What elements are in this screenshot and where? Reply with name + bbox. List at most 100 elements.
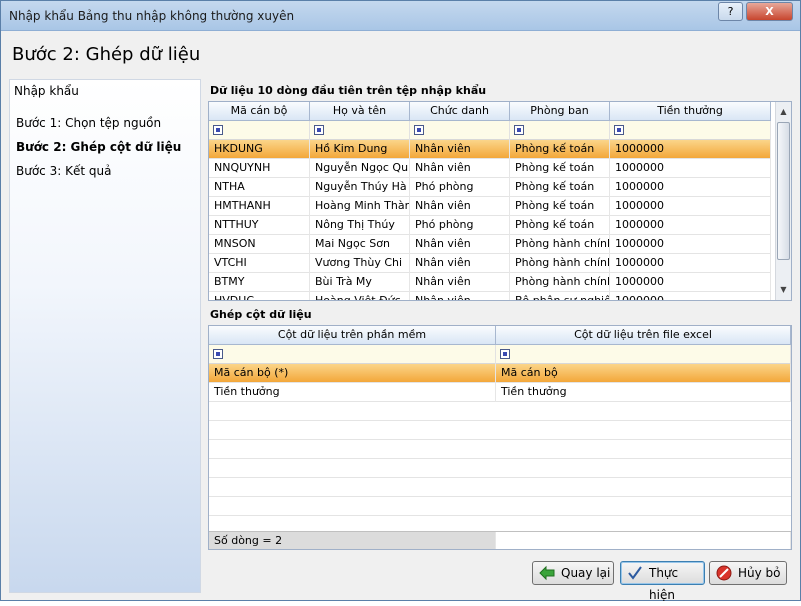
cell-ma-can-bo: NTTHUY [209,216,310,235]
scroll-up-arrow-icon[interactable]: ▲ [776,104,791,120]
mapping-filter-row [209,345,791,364]
back-arrow-icon [539,565,555,581]
filter-cell[interactable] [496,345,791,364]
wizard-sidebar: Nhập khẩu Bước 1: Chọn tệp nguồn Bước 2:… [9,79,201,593]
empty-row [209,402,791,421]
filter-cell[interactable] [610,121,771,140]
cell-tien-thuong: 1000000 [610,197,771,216]
table-row[interactable]: HMTHANH Hoàng Minh Thàn Nhân viên Phòng … [209,197,771,216]
cell-phong-ban: Phòng kế toán [510,216,610,235]
filter-icon[interactable] [213,125,223,135]
filter-icon[interactable] [414,125,424,135]
cell-ho-va-ten: Nguyễn Thúy Hà [310,178,410,197]
row-count: Số dòng = 2 [209,532,496,549]
back-button[interactable]: Quay lại [532,561,614,585]
cell-tien-thuong: 1000000 [610,292,771,300]
step-header: Bước 2: Ghép dữ liệu [1,31,800,77]
mapping-label: Ghép cột dữ liệu [210,308,312,321]
empty-row [209,478,791,497]
cell-chuc-danh: Nhân viên [410,235,510,254]
cancel-button[interactable]: Hủy bỏ [709,561,787,585]
cell-phong-ban: Phòng hành chính [510,235,610,254]
empty-row [209,440,791,459]
cell-ho-va-ten: Bùi Trà My [310,273,410,292]
filter-cell[interactable] [410,121,510,140]
cell-ho-va-ten: Hoàng Việt Đức [310,292,410,300]
cell-phong-ban: Phòng kế toán [510,140,610,159]
cell-chuc-danh: Nhân viên [410,254,510,273]
cell-ho-va-ten: Hồ Kim Dung [310,140,410,159]
content-area: Dữ liệu 10 dòng đầu tiên trên tệp nhập k… [204,79,795,602]
preview-grid: Mã cán bộ Họ và tên Chức danh Phòng ban … [208,101,792,301]
scroll-thumb[interactable] [777,122,790,260]
help-button[interactable]: ? [718,2,743,21]
table-row[interactable]: BTMY Bùi Trà My Nhân viên Phòng hành chí… [209,273,771,292]
cell-chuc-danh: Nhân viên [410,159,510,178]
mapping-footer: Số dòng = 2 [209,531,791,549]
cell-phong-ban: Phòng hành chính [510,254,610,273]
cell-tien-thuong: 1000000 [610,159,771,178]
cell-excel-column[interactable]: Tiền thưởng [496,383,791,402]
cell-phong-ban: Phòng kế toán [510,197,610,216]
cell-ma-can-bo: MNSON [209,235,310,254]
filter-icon[interactable] [314,125,324,135]
cell-phong-ban: Bộ phận sự nghiệ [510,292,610,300]
cell-phong-ban: Phòng hành chính [510,273,610,292]
cell-chuc-danh: Phó phòng [410,178,510,197]
filter-cell[interactable] [310,121,410,140]
table-row[interactable]: HKDUNG Hồ Kim Dung Nhân viên Phòng kế to… [209,140,771,159]
preview-header-tien-thuong[interactable]: Tiền thưởng [610,102,771,121]
preview-header-chuc-danh[interactable]: Chức danh [410,102,510,121]
table-row[interactable]: VTCHI Vương Thùy Chi Nhân viên Phòng hàn… [209,254,771,273]
preview-header-ma-can-bo[interactable]: Mã cán bộ [209,102,310,121]
sidebar-item-step-1[interactable]: Bước 1: Chọn tệp nguồn [16,116,161,130]
cell-phong-ban: Phòng kế toán [510,178,610,197]
cell-chuc-danh: Nhân viên [410,292,510,300]
cell-tien-thuong: 1000000 [610,254,771,273]
table-row[interactable]: HVDUC Hoàng Việt Đức Nhân viên Bộ phận s… [209,292,771,300]
filter-cell[interactable] [209,121,310,140]
table-row[interactable]: MNSON Mai Ngọc Sơn Nhân viên Phòng hành … [209,235,771,254]
sidebar-item-step-3[interactable]: Bước 3: Kết quả [16,164,111,178]
mapping-header-excel-column[interactable]: Cột dữ liệu trên file excel [496,326,791,345]
mapping-header-software-column[interactable]: Cột dữ liệu trên phần mềm [209,326,496,345]
execute-button[interactable]: Thực hiện [620,561,705,602]
cell-chuc-danh: Nhân viên [410,140,510,159]
back-button-label: Quay lại [561,566,611,580]
preview-scrollbar[interactable]: ▲ ▼ [775,102,791,300]
cell-tien-thuong: 1000000 [610,235,771,254]
filter-cell[interactable] [209,345,496,364]
step-title: Bước 2: Ghép dữ liệu [12,44,201,65]
cell-ma-can-bo: BTMY [209,273,310,292]
empty-row [209,497,791,516]
cell-ho-va-ten: Hoàng Minh Thàn [310,197,410,216]
close-button[interactable]: X [746,2,793,21]
cell-ho-va-ten: Mai Ngọc Sơn [310,235,410,254]
cell-excel-column[interactable]: Mã cán bộ [496,364,791,383]
empty-row [209,421,791,440]
filter-icon[interactable] [514,125,524,135]
table-row[interactable]: NNQUYNH Nguyễn Ngọc Qu Nhân viên Phòng k… [209,159,771,178]
table-row[interactable]: NTHA Nguyễn Thúy Hà Phó phòng Phòng kế t… [209,178,771,197]
scroll-down-arrow-icon[interactable]: ▼ [776,282,791,298]
sidebar-title: Nhập khẩu [14,84,79,98]
cell-chuc-danh: Nhân viên [410,273,510,292]
cell-ho-va-ten: Nguyễn Ngọc Qu [310,159,410,178]
cell-ma-can-bo: NNQUYNH [209,159,310,178]
cancel-button-label: Hủy bỏ [738,566,781,580]
cell-ho-va-ten: Vương Thùy Chi [310,254,410,273]
cell-ho-va-ten: Nông Thị Thúy [310,216,410,235]
filter-icon[interactable] [213,349,223,359]
empty-row [209,459,791,478]
cell-ma-can-bo: VTCHI [209,254,310,273]
filter-cell[interactable] [510,121,610,140]
sidebar-item-step-2[interactable]: Bước 2: Ghép cột dữ liệu [16,140,181,154]
filter-icon[interactable] [614,125,624,135]
table-row[interactable]: Mã cán bộ (*) Mã cán bộ [209,364,791,383]
cell-tien-thuong: 1000000 [610,273,771,292]
preview-header-phong-ban[interactable]: Phòng ban [510,102,610,121]
filter-icon[interactable] [500,349,510,359]
preview-header-ho-va-ten[interactable]: Họ và tên [310,102,410,121]
table-row[interactable]: NTTHUY Nông Thị Thúy Phó phòng Phòng kế … [209,216,771,235]
table-row[interactable]: Tiền thưởng Tiền thưởng [209,383,791,402]
